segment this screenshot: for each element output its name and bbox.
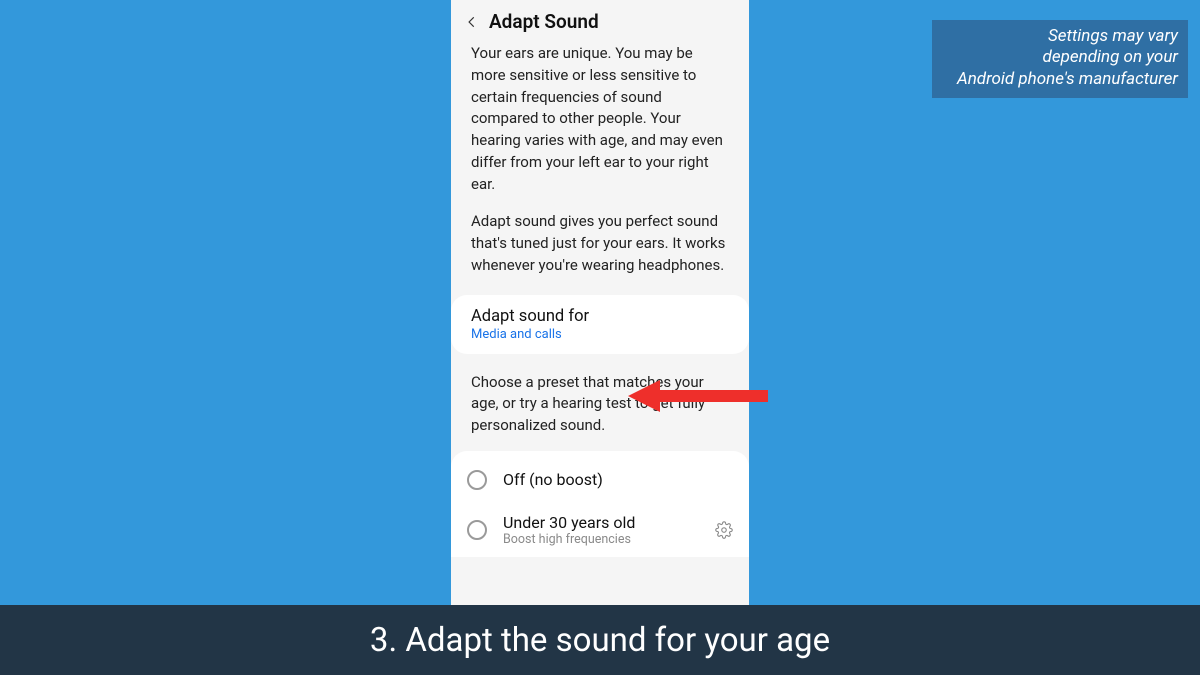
disclaimer-line-3: Android phone's manufacturer <box>942 69 1178 90</box>
preset-description: Choose a preset that matches your age, o… <box>451 362 749 451</box>
preset-under-30-label: Under 30 years old <box>503 513 713 532</box>
adapt-sound-for-title: Adapt sound for <box>471 307 729 326</box>
tutorial-frame: Adapt Sound Your ears are unique. You ma… <box>0 0 1200 675</box>
radio-icon[interactable] <box>467 470 487 490</box>
preset-under-30[interactable]: Under 30 years old Boost high frequencie… <box>451 503 749 557</box>
description-para-1: Your ears are unique. You may be more se… <box>471 43 729 195</box>
back-icon[interactable] <box>461 11 483 33</box>
gear-icon[interactable] <box>713 519 735 541</box>
step-caption-text: 3. Adapt the sound for your age <box>370 621 830 660</box>
description-para-2: Adapt sound gives you perfect sound that… <box>471 211 729 276</box>
disclaimer-line-2: depending on your <box>942 47 1178 68</box>
app-header: Adapt Sound <box>451 0 749 41</box>
preset-under-30-sub: Boost high frequencies <box>503 532 713 547</box>
phone-screenshot: Adapt Sound Your ears are unique. You ma… <box>451 0 749 620</box>
radio-icon[interactable] <box>467 520 487 540</box>
adapt-sound-for-row[interactable]: Adapt sound for Media and calls <box>451 295 749 354</box>
preset-list: Off (no boost) Under 30 years old Boost … <box>451 451 749 557</box>
preset-off-label: Off (no boost) <box>503 470 735 489</box>
step-caption: 3. Adapt the sound for your age <box>0 605 1200 675</box>
disclaimer-line-1: Settings may vary <box>942 26 1178 47</box>
disclaimer-overlay: Settings may vary depending on your Andr… <box>932 20 1188 98</box>
description-block: Your ears are unique. You may be more se… <box>451 41 749 295</box>
preset-off[interactable]: Off (no boost) <box>451 457 749 503</box>
page-title: Adapt Sound <box>489 10 599 33</box>
adapt-sound-for-value: Media and calls <box>471 327 729 342</box>
